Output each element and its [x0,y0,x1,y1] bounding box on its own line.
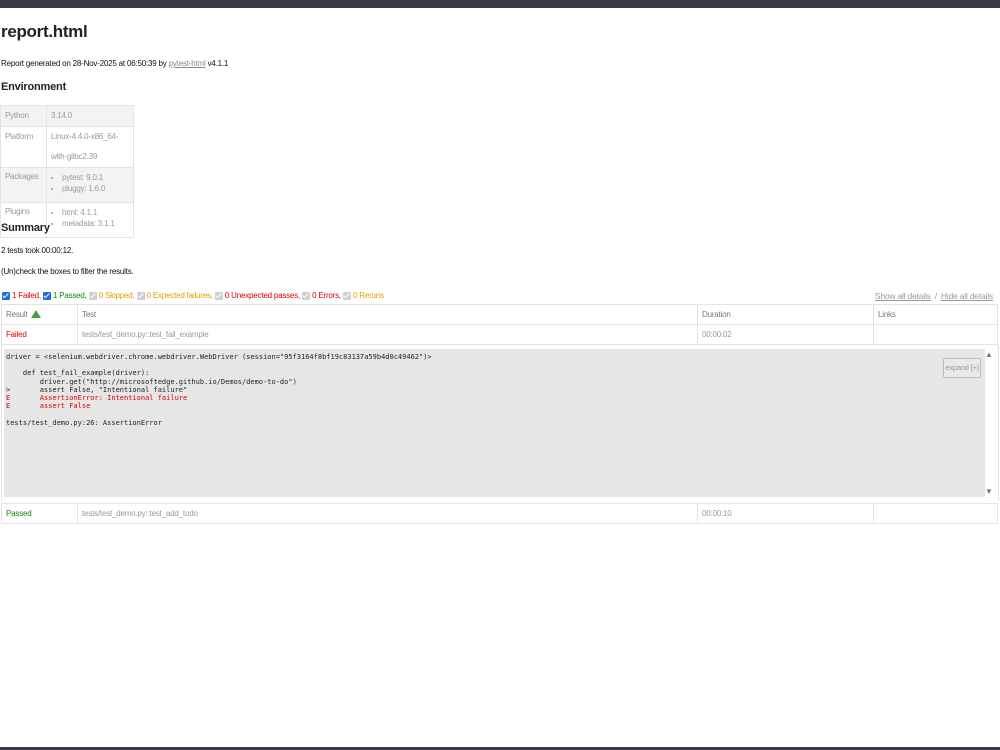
filter-label: 0 Skipped, [98,291,135,300]
table-header-row: Result Test Duration Links [1,304,998,325]
log-line: tests/test_demo.py:26: AssertionError [6,418,162,427]
filter-label: 0 Errors, [312,291,341,300]
results-table: Result Test Duration Links Failed tests/… [1,304,998,345]
table-row[interactable]: Failed tests/test_demo.py::test_fail_exa… [1,324,998,345]
sort-ascending-icon[interactable] [31,310,42,318]
log-line: driver.get("http://microsoftedge.github.… [6,377,297,386]
checkbox-icon[interactable] [302,291,311,300]
scroll-up-arrow-icon[interactable]: ▲ [985,350,993,359]
filter-label: 1 Passed, [52,291,87,300]
list-item: pytest: 9.0.1 [62,172,129,183]
hide-all-details-link[interactable]: Hide all details [941,291,993,301]
filter-passed[interactable]: 1 Passed, [42,291,87,300]
log-error-line: E AssertionError: Intentional failure [6,394,188,403]
filter-hint: (Un)check the boxes to filter the result… [1,267,134,276]
env-row-platform: Platform Linux-4.4.0-x86_64-with-glibc2.… [0,126,134,168]
filter-xpassed[interactable]: 0 Unexpected passes, [214,291,301,300]
log-line: > assert False, "Intentional failure" [6,385,188,394]
checkbox-icon[interactable] [342,291,351,300]
summary-heading: Summary [1,222,50,234]
env-key: Platform [0,126,47,168]
env-row-packages: Packages pytest: 9.0.1 pluggy: 1.6.0 [0,167,134,203]
filter-label: 0 Unexpected passes, [224,291,301,300]
log-error-line: E assert False [6,402,91,411]
window-top-bar [0,0,1000,8]
filter-label: 0 Reruns [352,291,384,300]
env-value: html: 4.1.1 metadata: 3.1.1 [46,202,134,238]
checkbox-icon[interactable] [42,291,51,300]
env-value: 3.14.0 [46,105,134,127]
env-value: Linux-4.4.0-x86_64-with-glibc2.39 [46,126,134,168]
test-cell: tests/test_demo.py::test_add_todo [77,503,698,524]
column-header-duration[interactable]: Duration [697,304,874,325]
list-item: pluggy: 1.6.0 [62,183,129,194]
column-header-result[interactable]: Result [1,304,78,325]
detail-toggle-links: Show all details / Hide all details [875,291,993,301]
checkbox-icon[interactable] [136,291,145,300]
scroll-down-arrow-icon[interactable]: ▼ [985,487,993,496]
duration-cell: 00:00:02 [697,324,874,345]
list-item: html: 4.1.1 [62,207,129,218]
result-filters: 1 Failed, 1 Passed, 0 Skipped, 0 Expecte… [2,291,384,300]
report-title: report.html [1,22,88,41]
table-row[interactable]: Passed tests/test_demo.py::test_add_todo… [1,503,998,524]
env-value: pytest: 9.0.1 pluggy: 1.6.0 [46,167,134,203]
filter-reruns[interactable]: 0 Reruns [342,291,384,300]
env-key: Python [0,105,47,127]
duration-cell: 00:00:10 [697,503,874,524]
show-all-details-link[interactable]: Show all details [875,291,931,301]
pytest-html-link[interactable]: pytest-html [169,59,206,68]
column-header-label: Result [6,310,28,319]
column-header-links[interactable]: Links [873,304,998,325]
results-table-passed: Passed tests/test_demo.py::test_add_todo… [1,503,998,524]
checkbox-icon[interactable] [214,291,223,300]
result-cell: Passed [1,503,78,524]
separator: / [934,291,937,301]
filter-skipped[interactable]: 0 Skipped, [88,291,135,300]
checkbox-icon[interactable] [88,291,97,300]
filter-failed[interactable]: 1 Failed, [2,291,41,300]
links-cell [873,503,998,524]
generated-suffix: v4.1.1 [205,59,229,68]
log-line: def test_fail_example(driver): [6,369,150,378]
links-cell [873,324,998,345]
generated-prefix: Report generated on 28-Nov-2025 at 06:50… [1,59,169,68]
column-header-test[interactable]: Test [77,304,698,325]
failure-log: driver = <selenium.webdriver.chrome.webd… [4,349,985,497]
filter-label: 0 Expected failures, [146,291,213,300]
summary-duration: 2 tests took 00:00:12. [1,246,74,255]
filter-errors[interactable]: 0 Errors, [302,291,341,300]
list-item: metadata: 3.1.1 [62,218,129,229]
plugins-list: html: 4.1.1 metadata: 3.1.1 [51,207,129,229]
env-key: Packages [0,167,47,203]
packages-list: pytest: 9.0.1 pluggy: 1.6.0 [51,172,129,194]
test-cell: tests/test_demo.py::test_fail_example [77,324,698,345]
result-cell: Failed [1,324,78,345]
filter-label: 1 Failed, [12,291,41,300]
environment-heading: Environment [1,81,67,93]
environment-table: Python 3.14.0 Platform Linux-4.4.0-x86_6… [0,105,134,238]
env-row-python: Python 3.14.0 [0,105,134,127]
log-line: driver = <selenium.webdriver.chrome.webd… [6,353,432,361]
generated-info: Report generated on 28-Nov-2025 at 06:50… [1,59,228,68]
filter-xfailed[interactable]: 0 Expected failures, [136,291,213,300]
checkbox-icon[interactable] [2,291,10,300]
expand-log-button[interactable]: expand [+] [943,358,981,378]
